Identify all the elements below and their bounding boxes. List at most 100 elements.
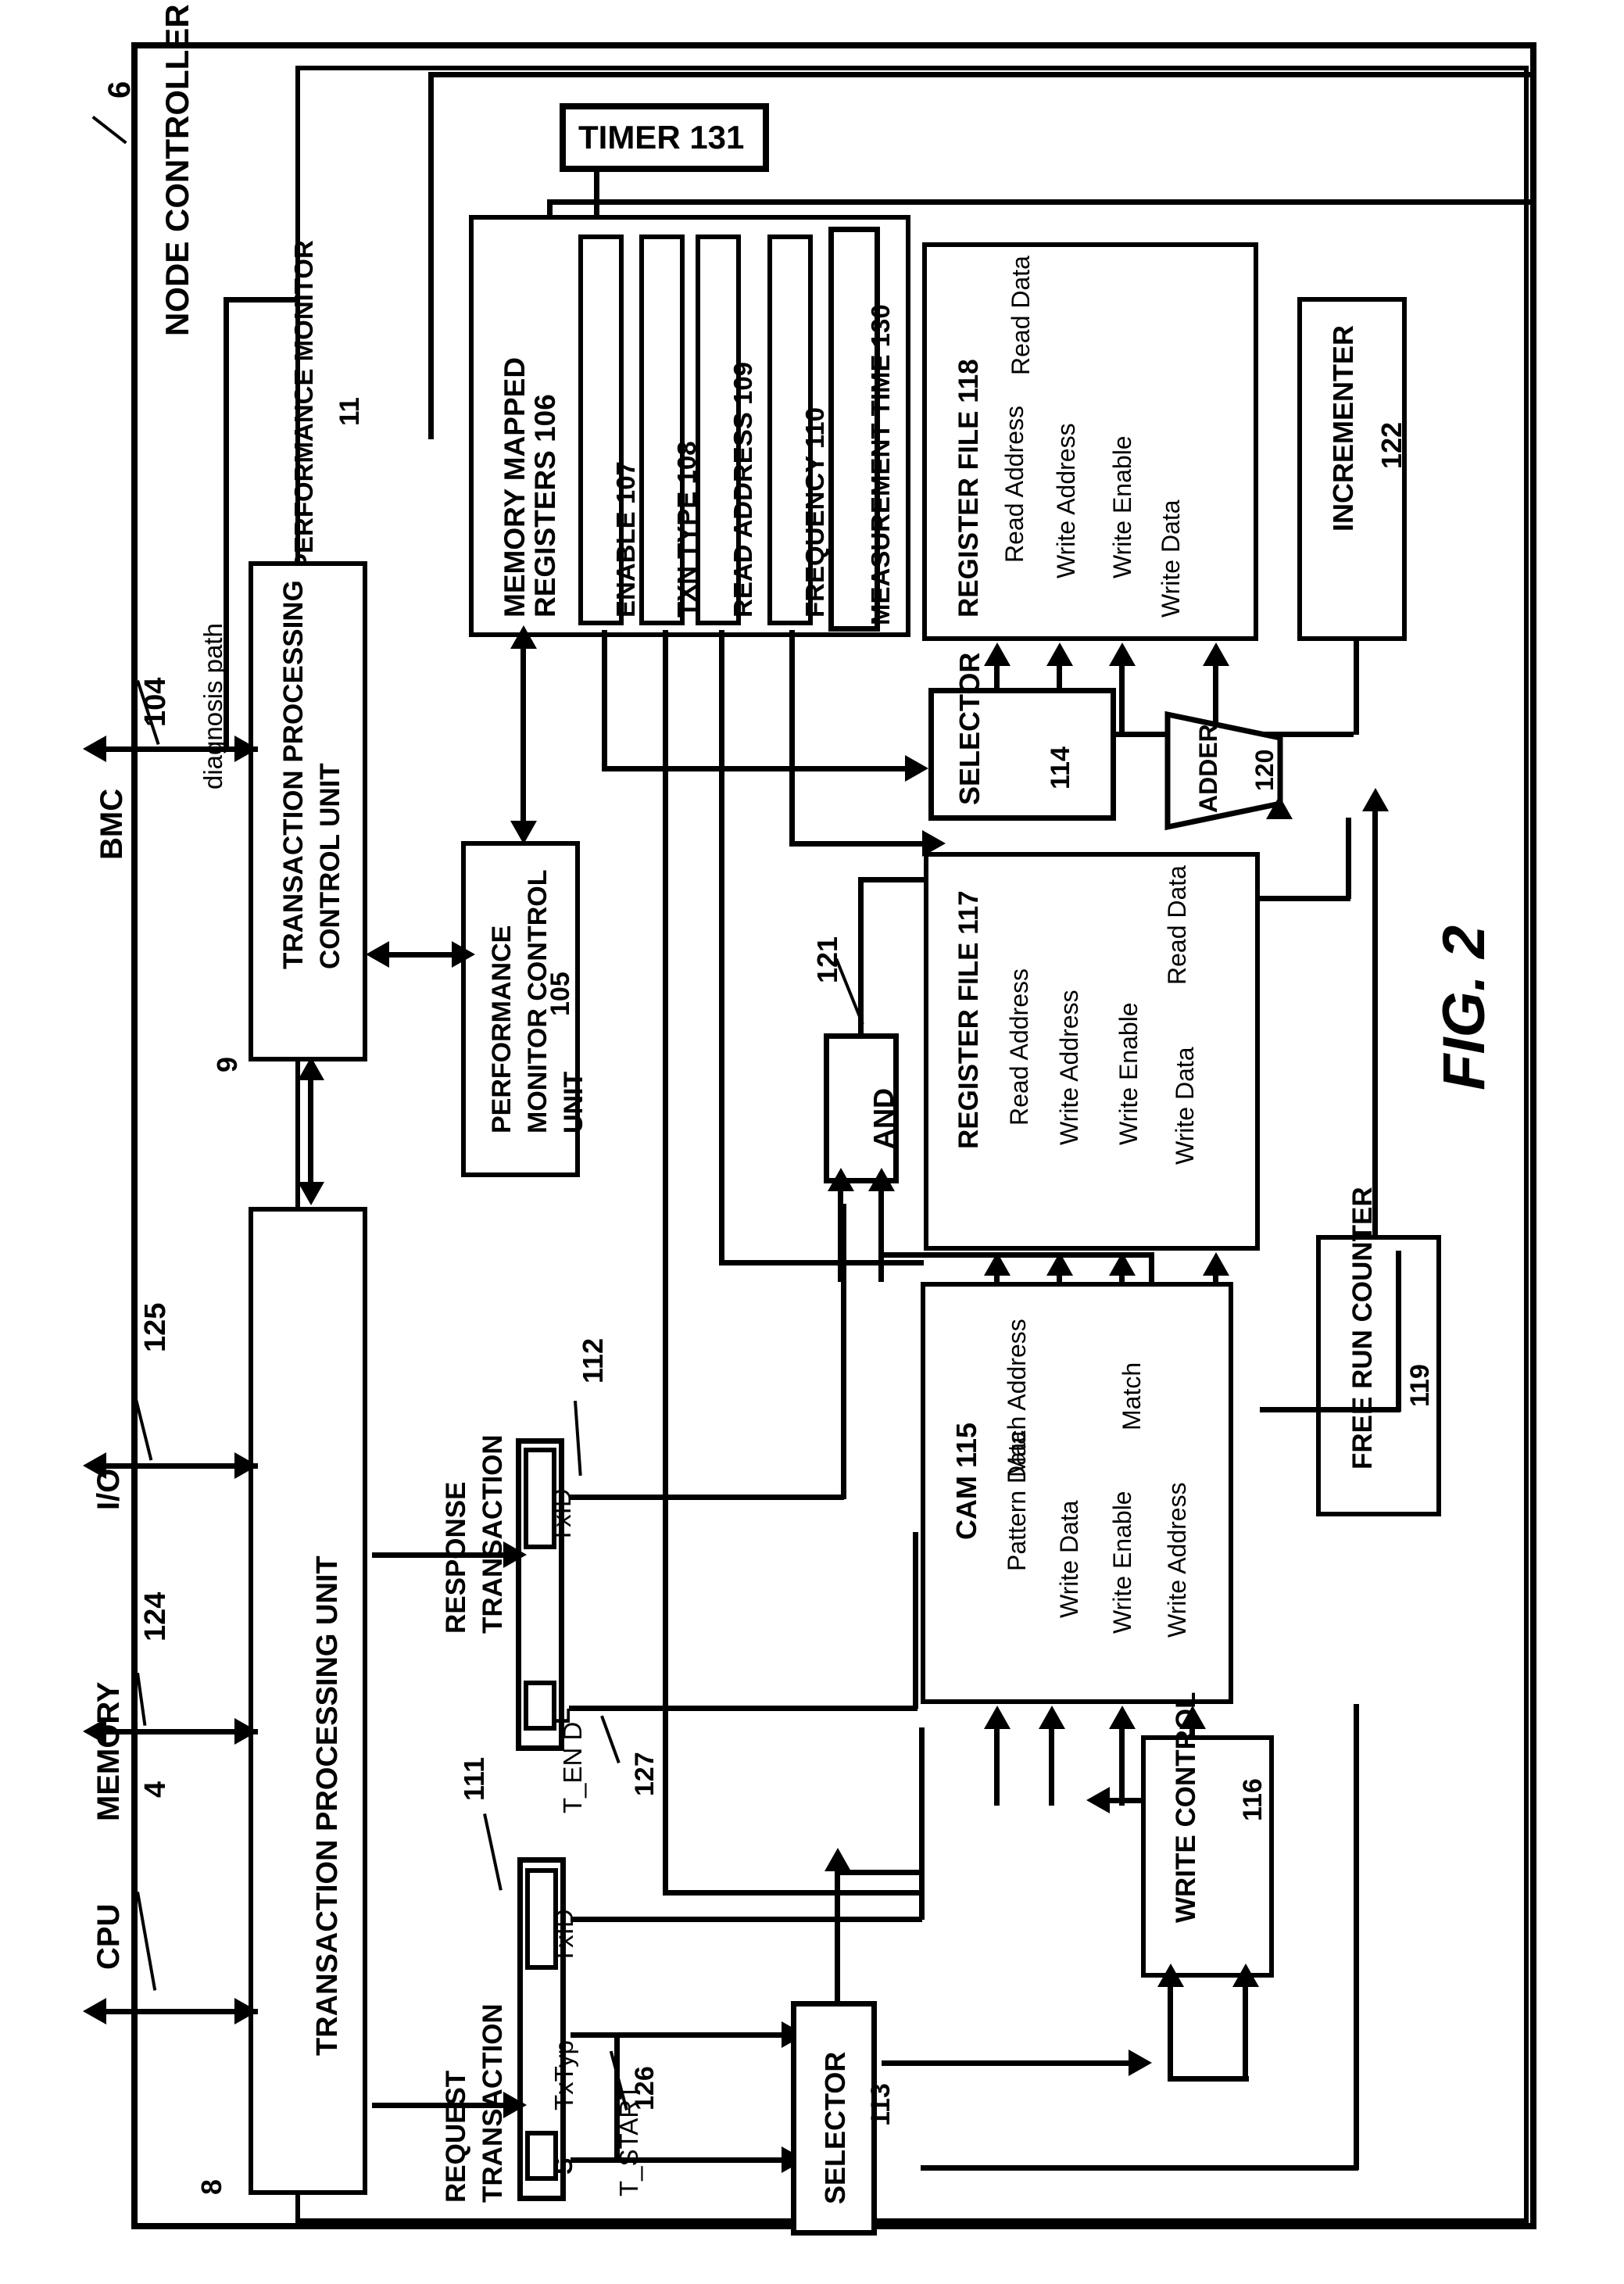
tpu-tpcu-arrow-d	[298, 1182, 324, 1205]
register-file-117-read-address: Read Address	[1005, 968, 1033, 1126]
t-start-ref: 126	[630, 2066, 660, 2110]
register-enable-107-label: ENABLE 107	[611, 461, 640, 618]
performance-monitor-ref: 11	[334, 397, 365, 426]
patent-figure-page: 6 NODE CONTROLLER PERFORMANCE MONITOR 11…	[0, 0, 1624, 2284]
register-file-118-read-data: Read Data	[1007, 256, 1035, 375]
tpcu-ref: 9	[211, 1056, 243, 1072]
and-in-1-arrow	[828, 1168, 854, 1191]
pmcu-ref: 105	[546, 972, 575, 1016]
selector-114-ref: 114	[1046, 746, 1075, 789]
port-bmc-label: BMC	[95, 788, 129, 860]
rf118-in-1-arrow	[984, 643, 1011, 666]
port-memory-line	[94, 1729, 258, 1734]
mmr-readaddr-down	[719, 630, 724, 1260]
mmr-readaddr-bus	[719, 1260, 924, 1266]
rf118-in-3	[1119, 664, 1125, 735]
register-file-117-read-data: Read Data	[1163, 865, 1191, 985]
and-in-2	[878, 1188, 884, 1282]
rf117-read-data-arrow	[1266, 796, 1293, 819]
t-start-line-2	[571, 2032, 791, 2038]
register-file-117-title: REGISTER FILE 117	[953, 890, 984, 1149]
node-controller-ref: 6	[102, 81, 137, 98]
tpu-ref: 8	[195, 2178, 227, 2195]
selector-113-out-arrow	[825, 1848, 851, 1871]
write-control-title: WRITE CONTROL	[1171, 1692, 1201, 1923]
response-txid-bus	[569, 1495, 844, 1500]
cam-in-1-arrow	[984, 1706, 1011, 1729]
port-memory-arrow-r	[234, 1718, 258, 1745]
pmcu-mmr-arrow-u	[510, 625, 537, 649]
cam-in-2	[1049, 1727, 1054, 1806]
rf117-read-data-up	[1346, 818, 1351, 899]
cam-in-2-arrow	[1039, 1706, 1065, 1729]
request-transaction-ref: 111	[458, 1756, 490, 1801]
pmcu-mmr-link	[520, 647, 526, 835]
register-file-117-write-address: Write Address	[1055, 990, 1083, 1145]
t-end-ref: 127	[630, 1752, 660, 1796]
selector-113-out-bus	[835, 1870, 922, 1875]
t-end-line	[569, 1706, 918, 1711]
wc-in-2	[1243, 1985, 1248, 2079]
wc-in-2-arrow	[1232, 1964, 1259, 1987]
rf118-in-4-arrow	[1203, 643, 1229, 666]
pmcu-mmr-arrow-d	[510, 821, 537, 844]
port-io-ref: 125	[139, 1302, 172, 1352]
timer-top-bus-down	[428, 72, 434, 439]
rf118-in-3-arrow	[1109, 643, 1136, 666]
cam-in-3	[1119, 1727, 1125, 1806]
mmr-to-selector-up	[602, 630, 607, 771]
free-run-counter-ref: 119	[1405, 1364, 1435, 1407]
mmr-enable-bus	[663, 1890, 924, 1896]
tpu-to-request	[372, 2103, 513, 2108]
port-cpu-arrow-l	[83, 1998, 106, 2024]
port-cpu-ref: 4	[139, 1781, 172, 1798]
wc-in-1	[1168, 1985, 1173, 2079]
memory-mapped-registers-title: MEMORY MAPPED REGISTERS 106	[499, 356, 561, 618]
diagnosis-bus-h	[224, 297, 299, 303]
transaction-processing-unit	[249, 1207, 367, 2195]
selector113-to-wc-arrow	[1129, 2050, 1152, 2076]
tpcu-pmcu-arrow-l	[366, 941, 389, 968]
adder-120-ref: 120	[1250, 749, 1279, 791]
cam-port-match: Match	[1118, 1362, 1146, 1430]
mmr-freq-up	[789, 630, 795, 846]
register-file-118-write-enable: Write Enable	[1108, 435, 1136, 578]
wc-in-bus	[1168, 2076, 1249, 2082]
port-memory-label: MEMORY	[91, 1681, 126, 1821]
response-txid-bus-up	[841, 1204, 846, 1499]
register-file-117-write-data: Write Data	[1171, 1047, 1199, 1165]
mmr-top-bus	[547, 199, 1533, 205]
cam-115-title: CAM 115	[950, 1422, 982, 1540]
tpu-to-request-arrow	[503, 2092, 527, 2118]
mmr-enable-down	[663, 630, 668, 1890]
t-start-line-1	[571, 2157, 791, 2163]
response-transaction-title: RESPONSE TRANSACTION	[441, 1434, 509, 1634]
mmr-to-selector-arrow	[905, 755, 928, 782]
request-txid-bus	[571, 1917, 922, 1922]
port-cpu-arrow-r	[234, 1998, 258, 2024]
cam-in-1	[994, 1727, 1000, 1806]
cam-port-write-enable: Write Enable	[1108, 1491, 1136, 1634]
selector-114-title: SELECTOR	[953, 652, 985, 805]
node-controller-title: NODE CONTROLLER	[159, 4, 195, 336]
mmr-to-selector-bus	[602, 766, 914, 771]
register-file-117-write-enable: Write Enable	[1114, 1002, 1143, 1145]
port-memory-arrow-l	[83, 1718, 106, 1745]
frc-out-arrow	[1362, 788, 1389, 811]
mmr-freq-arrow	[922, 830, 946, 857]
rf118-bus-a-down	[1354, 641, 1359, 735]
ref-6-leader	[91, 116, 127, 145]
cam-in-3-arrow	[1109, 1706, 1136, 1729]
timer-top-bus	[428, 72, 1530, 77]
and-in-2-arrow	[868, 1168, 895, 1191]
selector113-to-wc	[882, 2060, 1144, 2066]
selector-113-ref: 113	[866, 2083, 896, 2126]
port-io-arrow-l	[83, 1452, 106, 1479]
rf117-to-adder-up	[1396, 1251, 1401, 1412]
port-bmc-arrow-l	[83, 736, 106, 762]
tpcu-pmcu-arrow-r	[452, 941, 475, 968]
port-bmc-line	[94, 746, 258, 752]
port-bmc-arrow-r	[234, 736, 258, 762]
rf118-in-2-arrow	[1046, 643, 1073, 666]
register-file-118-read-address: Read Address	[1000, 405, 1028, 563]
